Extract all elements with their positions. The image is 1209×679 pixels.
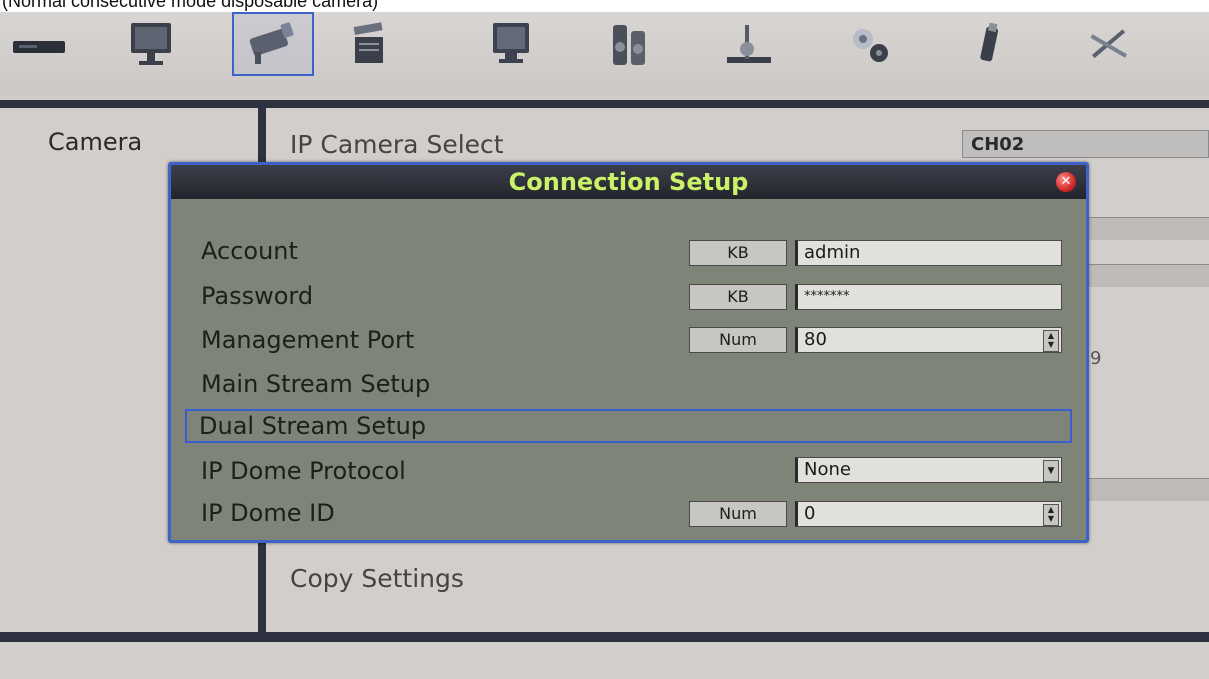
gears-icon[interactable]: [828, 14, 910, 76]
stepper-icon[interactable]: ▲ ▼: [1043, 504, 1059, 526]
usb-icon[interactable]: [948, 14, 1030, 76]
dome-camera-icon[interactable]: [588, 14, 670, 76]
clapperboard-icon[interactable]: [328, 14, 410, 76]
chevron-down-icon[interactable]: ▼: [1043, 460, 1059, 482]
management-port-value: 80: [804, 329, 827, 350]
connection-setup-dialog: Connection Setup ✕ Account KB admin Pass…: [168, 162, 1089, 543]
dialog-title: Connection Setup: [508, 168, 749, 196]
monitor-icon[interactable]: [110, 14, 192, 76]
background-value: 9: [1090, 348, 1102, 369]
main-stream-setup-item[interactable]: Main Stream Setup: [201, 370, 430, 398]
camera-icon[interactable]: [232, 12, 314, 76]
bottom-divider: [0, 632, 1209, 642]
caption-text: (Normal consecutive mode disposable came…: [0, 0, 1209, 12]
background-field: [1088, 264, 1209, 287]
user-icon[interactable]: [1168, 14, 1209, 76]
dvr-icon[interactable]: [0, 14, 82, 76]
stepper-icon[interactable]: ▲ ▼: [1043, 330, 1059, 352]
dvr-screen: Camera IP Camera Select CH02 9 Status Co…: [0, 12, 1209, 679]
menu-item-copy-settings[interactable]: Copy Settings: [290, 564, 464, 593]
ip-dome-protocol-select[interactable]: None ▼: [795, 457, 1062, 483]
account-field[interactable]: admin: [795, 240, 1062, 266]
ip-dome-protocol-value: None: [804, 459, 851, 480]
ip-dome-id-label: IP Dome ID: [201, 499, 335, 527]
ip-dome-protocol-label: IP Dome Protocol: [201, 457, 406, 485]
ip-dome-id-value: 0: [804, 503, 816, 524]
ip-dome-id-num-button[interactable]: Num: [689, 501, 787, 527]
password-field[interactable]: *******: [795, 284, 1062, 310]
close-icon[interactable]: ✕: [1056, 172, 1076, 192]
ip-dome-id-field[interactable]: 0 ▲ ▼: [795, 501, 1062, 527]
management-port-label: Management Port: [201, 326, 415, 354]
background-field: [1088, 217, 1209, 240]
management-port-field[interactable]: 80 ▲ ▼: [795, 327, 1062, 353]
tools-icon[interactable]: [1066, 14, 1148, 76]
toolbar: [0, 12, 1209, 96]
account-label: Account: [201, 237, 298, 265]
display-icon[interactable]: [470, 14, 552, 76]
toolbar-divider: [0, 100, 1209, 108]
dialog-titlebar: Connection Setup ✕: [171, 165, 1086, 199]
left-panel-title: Camera: [48, 128, 143, 156]
hdd-icon[interactable]: [708, 14, 790, 76]
background-field: [1088, 478, 1209, 501]
ip-camera-select-dropdown[interactable]: CH02: [962, 130, 1209, 158]
account-keyboard-button[interactable]: KB: [689, 240, 787, 266]
password-keyboard-button[interactable]: KB: [689, 284, 787, 310]
menu-item-ip-camera-select[interactable]: IP Camera Select: [290, 130, 504, 159]
dual-stream-setup-item[interactable]: Dual Stream Setup: [199, 412, 426, 440]
password-label: Password: [201, 282, 314, 310]
management-port-num-button[interactable]: Num: [689, 327, 787, 353]
